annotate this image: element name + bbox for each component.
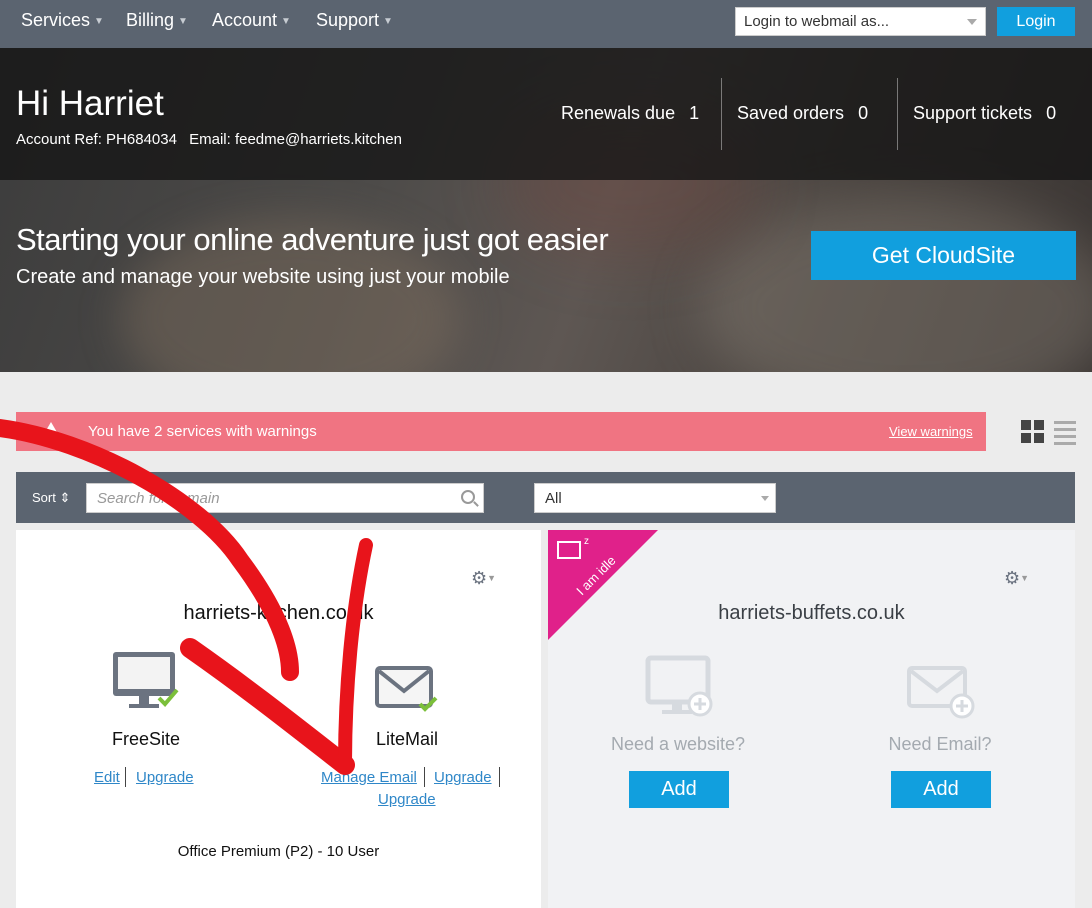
filter-bar: Sort ⇕ Search for domain All	[16, 472, 1075, 523]
upgrade-email-link[interactable]: Upgrade	[434, 769, 492, 786]
stat-label: Saved orders	[737, 103, 845, 123]
domain-card: ⚙▼ harriets-kitchen.co.uk FreeSite Edit …	[16, 530, 541, 908]
email-service-label: LiteMail	[375, 729, 439, 749]
nav-services-label: Services	[21, 10, 91, 30]
email-icon	[375, 666, 438, 712]
grid-view-icon[interactable]	[1021, 420, 1045, 444]
domain-name: harriets-buffets.co.uk	[718, 602, 905, 624]
manage-email-link[interactable]: Manage Email	[321, 769, 417, 786]
plan-label: Office Premium (P2) - 10 User	[177, 843, 380, 860]
nav-account-label: Account	[212, 10, 278, 30]
stat-support-tickets[interactable]: Support tickets 0	[913, 103, 1056, 124]
account-info: Account Ref: PH684034 Email: feedme@harr…	[16, 131, 410, 148]
divider	[125, 767, 126, 787]
hero-banner: Hi Harriet Account Ref: PH684034 Email: …	[0, 48, 1092, 372]
dropdown-arrow-icon	[967, 19, 977, 25]
account-email: Email: feedme@harriets.kitchen	[189, 131, 402, 148]
monitor-add-icon	[645, 655, 713, 717]
service-filter-select[interactable]: All	[534, 483, 776, 513]
divider	[424, 767, 425, 787]
gear-icon[interactable]: ⚙▼	[471, 568, 496, 589]
nav-billing[interactable]: Billing ▼	[126, 10, 188, 31]
chevron-down-icon: ▼	[94, 16, 104, 27]
nav-services[interactable]: Services ▼	[21, 10, 104, 31]
search-icon[interactable]	[461, 490, 475, 504]
view-warnings-link[interactable]: View warnings	[889, 424, 973, 439]
divider	[897, 78, 898, 150]
nav-billing-label: Billing	[126, 10, 175, 30]
stat-value: 1	[689, 103, 700, 123]
nav-support[interactable]: Support ▼	[316, 10, 393, 31]
stat-renewals[interactable]: Renewals due 1	[561, 103, 699, 124]
warning-text: You have 2 services with warnings	[88, 423, 317, 440]
divider	[721, 78, 722, 150]
top-navigation: Services ▼ Billing ▼ Account ▼ Support ▼ Log…	[0, 0, 1092, 48]
sort-label: Sort	[32, 490, 56, 505]
add-email-button[interactable]: Add	[891, 771, 991, 808]
dropdown-arrow-icon	[761, 496, 769, 501]
stat-label: Renewals due	[561, 103, 676, 123]
sort-button[interactable]: Sort ⇕	[32, 490, 70, 506]
upgrade-website-link[interactable]: Upgrade	[136, 769, 194, 786]
chevron-down-icon: ▼	[178, 16, 188, 27]
get-cloudsite-button[interactable]: Get CloudSite	[811, 231, 1076, 280]
need-website-label: Need a website?	[610, 734, 746, 754]
chevron-down-icon: ▼	[383, 16, 393, 27]
list-view-icon[interactable]	[1054, 420, 1078, 445]
nav-support-label: Support	[316, 10, 380, 30]
domain-search-input[interactable]: Search for domain	[86, 483, 484, 513]
webmail-login-select[interactable]: Login to webmail as...	[735, 7, 986, 36]
gear-icon[interactable]: ⚙▼	[1004, 568, 1029, 589]
filter-select-value: All	[545, 490, 562, 507]
upgrade-plan-link[interactable]: Upgrade	[378, 791, 436, 808]
hero-background-image	[700, 198, 1092, 372]
webmail-select-value: Login to webmail as...	[744, 13, 890, 30]
add-website-button[interactable]: Add	[629, 771, 729, 808]
greeting: Hi Harriet	[16, 84, 164, 123]
need-email-label: Need Email?	[888, 734, 992, 754]
email-add-icon	[907, 666, 975, 719]
monitor-icon	[113, 652, 179, 708]
stat-value: 0	[858, 103, 869, 123]
warning-icon	[44, 422, 58, 434]
search-placeholder: Search for domain	[97, 490, 220, 507]
chevron-down-icon: ▼	[281, 16, 291, 27]
domain-name: harriets-kitchen.co.uk	[183, 602, 374, 624]
account-ref: Account Ref: PH684034	[16, 131, 177, 148]
sort-icon: ⇕	[59, 490, 71, 505]
promo-subtitle: Create and manage your website using jus…	[16, 266, 510, 288]
edit-link[interactable]: Edit	[94, 769, 120, 786]
svg-text:z: z	[584, 536, 589, 547]
domain-card-idle: z I am idle ⚙▼ harriets-buffets.co.uk Ne…	[548, 530, 1075, 908]
website-service-label: FreeSite	[111, 729, 181, 749]
divider	[499, 767, 500, 787]
stat-value: 0	[1046, 103, 1057, 123]
promo-title: Starting your online adventure just got …	[16, 222, 609, 257]
stat-label: Support tickets	[913, 103, 1033, 123]
login-button[interactable]: Login	[997, 7, 1075, 36]
stat-saved-orders[interactable]: Saved orders 0	[737, 103, 868, 124]
warning-banner: You have 2 services with warnings View w…	[16, 412, 986, 451]
nav-account[interactable]: Account ▼	[212, 10, 291, 31]
